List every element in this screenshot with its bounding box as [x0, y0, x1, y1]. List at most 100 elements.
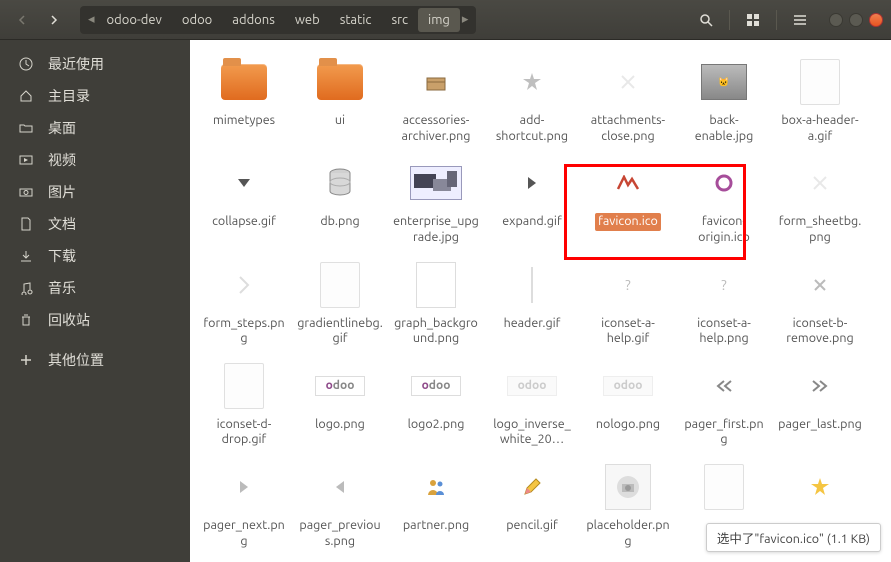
file-label: enterprise_upgrade.jpg [390, 213, 482, 246]
sidebar-item-other-locations[interactable]: 其他位置 [0, 344, 190, 376]
file-label: pager_next.png [198, 517, 290, 550]
file-item[interactable]: pager_previous.png [292, 461, 388, 550]
window-minimize-button[interactable] [829, 13, 843, 27]
file-label: expand.gif [499, 213, 564, 231]
document-icon [18, 216, 34, 232]
main-content: 最近使用 主目录 桌面 视频 图片 文档 下载 音乐 [0, 40, 891, 562]
file-item[interactable]: enterprise_upgrade.jpg [388, 157, 484, 246]
sidebar-item-downloads[interactable]: 下载 [0, 240, 190, 272]
file-label: add-shortcut.png [486, 112, 578, 145]
breadcrumb-item-current[interactable]: img [418, 8, 460, 32]
file-label: logo.png [312, 416, 368, 434]
file-item[interactable]: odoo logo_inverse_white_20… [484, 360, 580, 449]
sidebar-item-home[interactable]: 主目录 [0, 80, 190, 112]
window-close-button[interactable] [869, 13, 883, 27]
favicon-icon [602, 157, 654, 209]
sidebar-item-recent[interactable]: 最近使用 [0, 48, 190, 80]
breadcrumb-item[interactable]: odoo [172, 8, 222, 32]
breadcrumb-item[interactable]: src [381, 8, 418, 32]
file-item[interactable]: placeholder.png [580, 461, 676, 550]
file-item[interactable]: collapse.gif [196, 157, 292, 246]
file-label: partner.png [400, 517, 472, 535]
file-item[interactable]: iconset-b-remove.png [772, 259, 868, 348]
blank-icon [794, 56, 846, 108]
file-item[interactable]: favicon-origin.ico [676, 157, 772, 246]
file-item[interactable]: pencil.gif [484, 461, 580, 550]
camera-icon [18, 184, 34, 200]
tri-right-icon [506, 157, 558, 209]
sidebar-item-pictures[interactable]: 图片 [0, 176, 190, 208]
nav-forward-button[interactable] [40, 6, 68, 34]
nav-back-button [8, 6, 36, 34]
file-label: collapse.gif [209, 213, 279, 231]
pencil-icon [506, 461, 558, 513]
file-label: iconset-a-help.gif [582, 315, 674, 348]
file-label: form_steps.png [198, 315, 290, 348]
file-item[interactable]: odoo logo.png [292, 360, 388, 449]
file-item[interactable]: attachments-close.png [580, 56, 676, 145]
hamburger-menu-button[interactable] [785, 6, 815, 34]
file-item[interactable]: pager_next.png [196, 461, 292, 550]
file-item[interactable]: graph_background.png [388, 259, 484, 348]
file-item[interactable]: ?iconset-a-help.gif [580, 259, 676, 348]
sidebar-item-label: 图片 [48, 182, 76, 202]
file-label: logo_inverse_white_20… [486, 416, 578, 449]
file-item[interactable]: ?iconset-a-help.png [676, 259, 772, 348]
file-item[interactable]: form_sheetbg.png [772, 157, 868, 246]
file-label: iconset-b-remove.png [774, 315, 866, 348]
top-toolbar: ◂ odoo-dev odoo addons web static src im… [0, 0, 891, 40]
file-item[interactable]: expand.gif [484, 157, 580, 246]
sidebar-item-music[interactable]: 音乐 [0, 272, 190, 304]
file-item[interactable]: box-a-header-a.gif [772, 56, 868, 145]
folder-item[interactable]: ui [292, 56, 388, 145]
pager-last-icon [794, 360, 846, 412]
chevron-left-icon[interactable]: ◂ [86, 12, 97, 27]
file-item[interactable]: partner.png [388, 461, 484, 550]
breadcrumb-item[interactable]: addons [222, 8, 285, 32]
file-item[interactable]: pager_last.png [772, 360, 868, 449]
odoo-icon: odoo [314, 360, 366, 412]
file-label: pencil.gif [503, 517, 561, 535]
file-item[interactable]: pager_first.png [676, 360, 772, 449]
sidebar-item-desktop[interactable]: 桌面 [0, 112, 190, 144]
svg-text:?: ? [721, 277, 727, 293]
folder-icon [18, 120, 34, 136]
file-item[interactable]: db.png [292, 157, 388, 246]
window-maximize-button[interactable] [849, 13, 863, 27]
sidebar-item-label: 回收站 [48, 310, 90, 330]
sidebar-item-videos[interactable]: 视频 [0, 144, 190, 176]
db-icon [314, 157, 366, 209]
file-item[interactable]: odoonologo.png [580, 360, 676, 449]
view-grid-button[interactable] [738, 6, 768, 34]
sidebar-item-label: 最近使用 [48, 54, 104, 74]
file-item[interactable]: form_steps.png [196, 259, 292, 348]
pager-first-icon [698, 360, 750, 412]
odoo-icon: odoo [410, 360, 462, 412]
breadcrumb-item[interactable]: web [285, 8, 330, 32]
chevron-right-icon[interactable]: ▸ [460, 12, 471, 27]
folder-item[interactable]: mimetypes [196, 56, 292, 145]
chevron-r-gray-icon [218, 259, 270, 311]
tri-left-gray-icon [314, 461, 366, 513]
file-item[interactable]: accessories-archiver.png [388, 56, 484, 145]
file-item[interactable]: odoo logo2.png [388, 360, 484, 449]
breadcrumb-item[interactable]: static [330, 8, 382, 32]
sidebar-item-trash[interactable]: 回收站 [0, 304, 190, 336]
file-item[interactable]: iconset-d-drop.gif [196, 360, 292, 449]
breadcrumb-item[interactable]: odoo-dev [97, 8, 172, 32]
file-item[interactable]: header.gif [484, 259, 580, 348]
faint-x-icon [794, 157, 846, 209]
file-item[interactable]: add-shortcut.png [484, 56, 580, 145]
line-icon [506, 259, 558, 311]
file-area[interactable]: mimetypesuiaccessories-archiver.pngadd-s… [190, 40, 891, 562]
tri-down-icon [218, 157, 270, 209]
search-button[interactable] [691, 6, 721, 34]
file-label: logo2.png [405, 416, 468, 434]
file-item[interactable]: 🐱back-enable.jpg [676, 56, 772, 145]
file-item[interactable]: favicon.ico [580, 157, 676, 246]
sidebar-item-documents[interactable]: 文档 [0, 208, 190, 240]
video-icon [18, 152, 34, 168]
screens-icon [410, 157, 462, 209]
odoo-faint-icon: odoo [506, 360, 558, 412]
file-item[interactable]: gradientlinebg.gif [292, 259, 388, 348]
